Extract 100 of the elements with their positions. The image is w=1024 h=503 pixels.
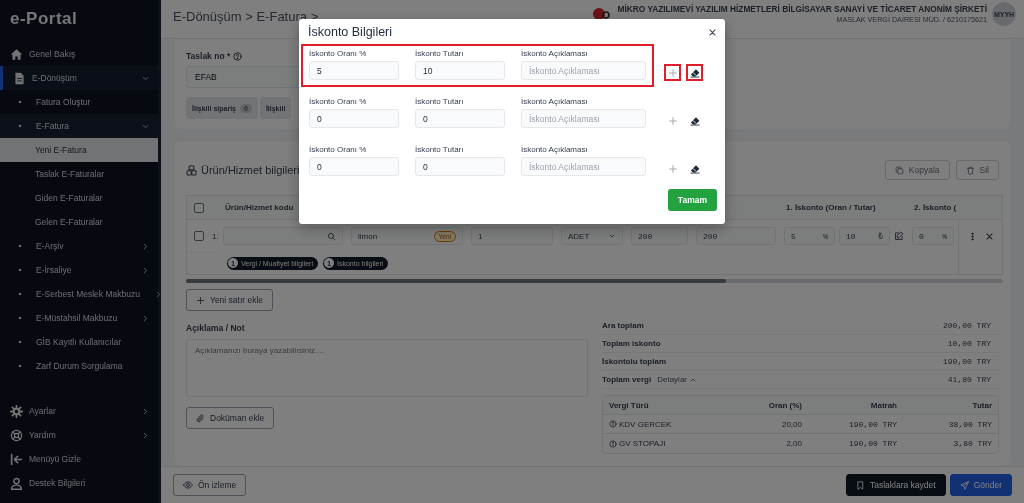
bullet-icon bbox=[18, 244, 22, 248]
field-label: İskonto Tutarı bbox=[415, 97, 465, 106]
scrollbar[interactable] bbox=[186, 279, 1003, 283]
sidebar-item[interactable]: Yeni E-Fatura bbox=[0, 138, 158, 162]
details-link[interactable]: Detaylar bbox=[657, 375, 697, 384]
sidebar-item[interactable]: E-Arşiv bbox=[0, 234, 158, 258]
table-cell-text: 190,00 TRY bbox=[848, 439, 897, 448]
add-row-button[interactable]: Yeni satır ekle bbox=[186, 289, 274, 311]
sidebar-item[interactable]: E-Fatura bbox=[0, 114, 158, 138]
sidebar-item[interactable]: GİB Kayıtlı Kullanıcılar bbox=[0, 330, 158, 354]
close-icon bbox=[984, 231, 994, 241]
sidebar-item[interactable]: Taslak E-Faturalar bbox=[0, 162, 158, 186]
discount-amount-field[interactable]: 10 ₺ bbox=[839, 227, 890, 245]
app-logo[interactable]: e-Portal bbox=[0, 0, 158, 42]
total-label: İskontolu toplam bbox=[602, 357, 666, 366]
total-field[interactable]: 200 bbox=[696, 227, 776, 245]
home-icon bbox=[10, 47, 23, 61]
column-header: Oran (%) bbox=[767, 400, 802, 410]
sidebar-item[interactable]: E-Serbest Meslek Makbuzu bbox=[0, 282, 158, 306]
close-icon bbox=[708, 27, 717, 37]
discount-rate-field[interactable]: 0 % bbox=[912, 227, 954, 245]
column-header: Tutar bbox=[971, 400, 992, 410]
info-icon bbox=[609, 439, 617, 448]
settings-icon bbox=[10, 404, 23, 418]
table-cell-text: 2,00 bbox=[785, 439, 802, 448]
checkbox[interactable] bbox=[194, 231, 204, 241]
save-draft-button[interactable]: Taslaklara kaydet bbox=[845, 474, 946, 496]
description-field[interactable]: İskonto Açıklaması bbox=[521, 109, 646, 128]
table-cell-text: 190,00 TRY bbox=[848, 419, 897, 429]
sidebar-item[interactable]: Giden E-Faturalar bbox=[0, 186, 158, 210]
info-icon bbox=[609, 420, 617, 428]
rate-field[interactable]: 0 bbox=[309, 109, 399, 128]
collapse-menu-icon bbox=[10, 452, 23, 466]
total-value: 41,80 TRY bbox=[947, 375, 991, 384]
rate-field[interactable]: 0 bbox=[309, 157, 399, 176]
quantity-field[interactable]: 1 bbox=[471, 227, 553, 245]
paperclip-icon bbox=[196, 413, 205, 423]
add-button[interactable] bbox=[664, 64, 681, 81]
sidebar-item[interactable]: E-Müstahsil Makbuzu bbox=[0, 306, 158, 330]
preview-button[interactable]: Ön izleme bbox=[173, 474, 247, 496]
field-label: İskonto Oranı % bbox=[309, 145, 368, 154]
send-button[interactable]: Gönder bbox=[949, 474, 1012, 496]
close-button[interactable] bbox=[708, 27, 717, 37]
sidebar-item[interactable]: Menüyü Gizle bbox=[0, 447, 158, 471]
edit-button[interactable] bbox=[894, 231, 904, 241]
bookmark-icon bbox=[855, 480, 865, 490]
sidebar-item[interactable]: Gelen E-Faturalar bbox=[0, 210, 158, 234]
description-field[interactable]: İskonto Açıklaması bbox=[521, 157, 646, 176]
total-label: Ara toplam bbox=[602, 321, 644, 330]
description-field[interactable]: İskonto Açıklaması bbox=[521, 61, 646, 80]
sidebar-item[interactable]: Ayarlar bbox=[0, 399, 158, 423]
bullet-icon bbox=[18, 100, 22, 104]
field-label: Taslak no * bbox=[186, 51, 231, 61]
attach-document-button[interactable]: Doküman ekle bbox=[186, 407, 275, 429]
table-cell: KDV GERCEK bbox=[619, 419, 672, 429]
dialog-title: İskonto Bilgileri bbox=[308, 25, 394, 39]
sidebar-item[interactable]: E-İrsaliye bbox=[0, 258, 158, 282]
total-value: 10,00 TRY bbox=[947, 339, 991, 348]
sidebar-item[interactable]: Yardım bbox=[0, 423, 158, 447]
eraser-button[interactable] bbox=[686, 64, 703, 81]
sidebar-item[interactable]: Fatura Oluştur bbox=[0, 90, 158, 114]
field-label: İskonto Oranı % bbox=[309, 97, 368, 106]
column-header: Vergi Türü bbox=[609, 400, 650, 410]
amount-field[interactable]: 0 bbox=[415, 109, 505, 128]
product-code-field[interactable] bbox=[223, 227, 343, 245]
notes-field[interactable]: Açıklamanızı buraya yazabilirsiniz.... bbox=[186, 339, 588, 397]
eraser-icon bbox=[689, 115, 700, 126]
table-cell-text: 20,00 bbox=[780, 419, 802, 429]
delete-button[interactable]: Sil bbox=[955, 160, 999, 180]
sidebar-item[interactable]: Destek Bilgileri bbox=[0, 471, 158, 495]
confirm-button[interactable]: Tamam bbox=[667, 189, 717, 211]
bullet-icon bbox=[18, 340, 22, 344]
total-label: Toplam iskonto bbox=[602, 339, 661, 348]
amount-field[interactable]: 0 bbox=[415, 157, 505, 176]
eye-icon bbox=[183, 480, 193, 490]
checkbox[interactable] bbox=[194, 202, 204, 213]
plus-icon bbox=[667, 163, 678, 174]
total-value: 190,00 TRY bbox=[943, 357, 991, 366]
rate-field[interactable]: 5 bbox=[309, 61, 399, 80]
bullet-icon bbox=[18, 124, 22, 128]
copy-button[interactable]: Kopyala bbox=[884, 160, 950, 180]
sidebar-item[interactable]: E-Dönüşüm bbox=[0, 66, 158, 90]
column-header: 1. İskonto (Oran / Tutar) bbox=[786, 203, 876, 212]
eraser-icon bbox=[689, 163, 700, 174]
copy-icon bbox=[894, 165, 904, 175]
remove-button[interactable] bbox=[984, 231, 994, 241]
lifebuoy-icon bbox=[10, 428, 23, 442]
plus-icon bbox=[196, 295, 205, 305]
sidebar-item[interactable]: Zarf Durum Sorgulama bbox=[0, 354, 158, 378]
column-header: Matrah bbox=[869, 400, 897, 410]
unit-select[interactable]: ADET bbox=[561, 227, 623, 245]
field-label: İskonto Açıklaması bbox=[521, 97, 589, 106]
amount-field[interactable]: 10 bbox=[415, 61, 505, 80]
field-label: İskonto Açıklaması bbox=[521, 145, 589, 154]
discount-rate-field[interactable]: 5 % bbox=[784, 227, 835, 245]
chevron-down-icon bbox=[608, 232, 616, 240]
section-title: Ürün/Hizmet bilgileri bbox=[201, 164, 300, 176]
price-field[interactable]: 200 bbox=[631, 227, 688, 245]
sidebar-item[interactable]: Genel Bakış bbox=[0, 42, 158, 66]
plus-icon bbox=[667, 67, 678, 78]
